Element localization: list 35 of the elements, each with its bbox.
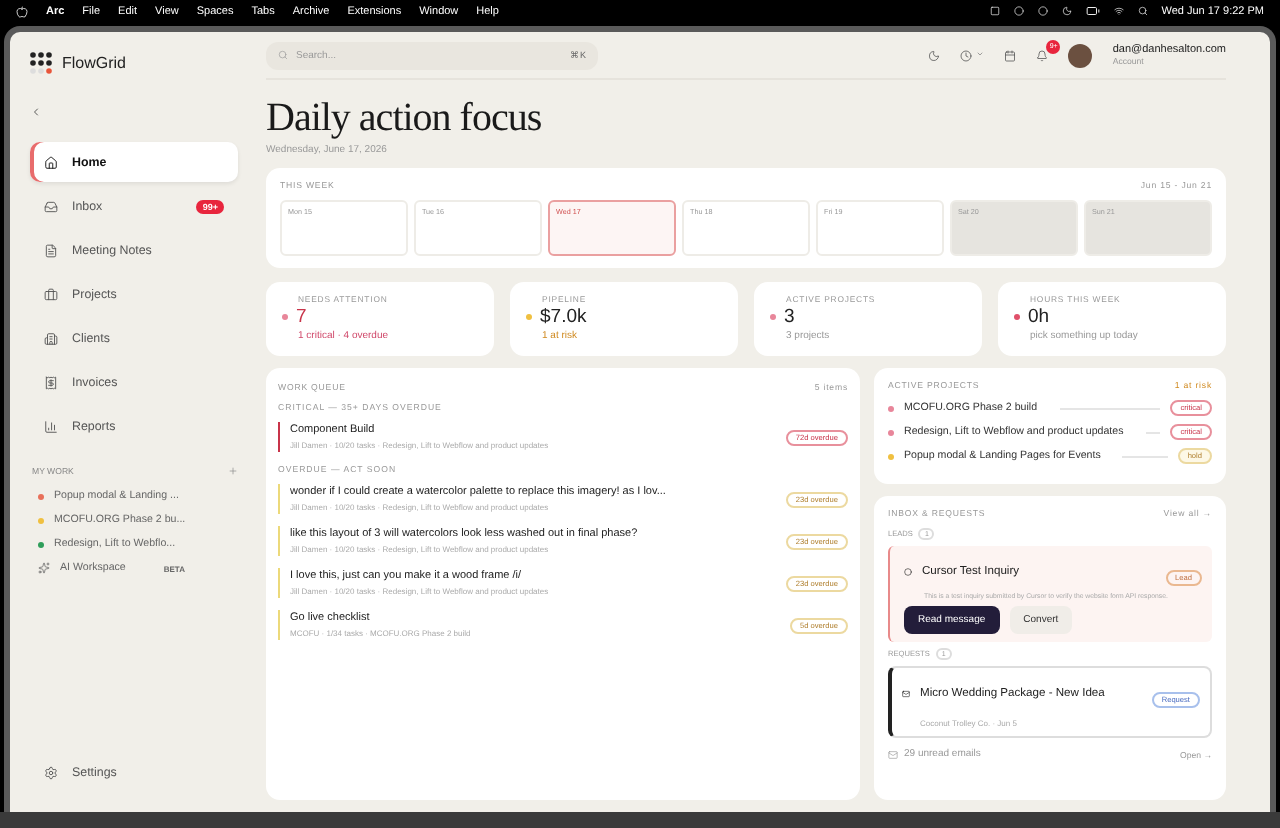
add-icon (228, 466, 238, 476)
nav-icon (44, 419, 58, 433)
battery-icon (1085, 4, 1100, 18)
nav-icon (44, 331, 58, 345)
nav-icon (44, 155, 58, 169)
wifi-icon (1113, 6, 1124, 16)
nav-icon (44, 199, 58, 213)
moon-icon (1061, 6, 1072, 16)
search-icon (1137, 6, 1148, 16)
clock-icon (960, 49, 973, 61)
grid-logo-icon (30, 51, 52, 73)
search-icon (278, 50, 288, 60)
page-title: Daily action focus (266, 96, 544, 142)
mail-icon (902, 690, 910, 698)
stat-value: 3 (784, 306, 795, 328)
nav-icon (44, 375, 58, 389)
square-icon (989, 6, 1000, 16)
brand-name: FlowGrid (62, 53, 127, 71)
settings-icon (44, 765, 58, 779)
nav-icon (44, 287, 58, 301)
nav-icon (44, 243, 58, 257)
circle-icon (1013, 6, 1024, 16)
apple-icon (16, 5, 28, 17)
moon-icon (928, 49, 941, 61)
avatar[interactable] (1068, 43, 1093, 67)
stat-value: 0h (1028, 306, 1050, 328)
calendar-icon (1004, 49, 1017, 61)
circle-icon (1037, 6, 1048, 16)
sparkle-icon (38, 562, 50, 574)
stat-value: 7 (296, 306, 307, 328)
stat-value: $7.0k (540, 306, 587, 328)
mail-icon (888, 749, 898, 759)
bell-icon (1036, 49, 1049, 61)
circle-icon (904, 568, 912, 576)
collapse-icon (30, 106, 42, 118)
